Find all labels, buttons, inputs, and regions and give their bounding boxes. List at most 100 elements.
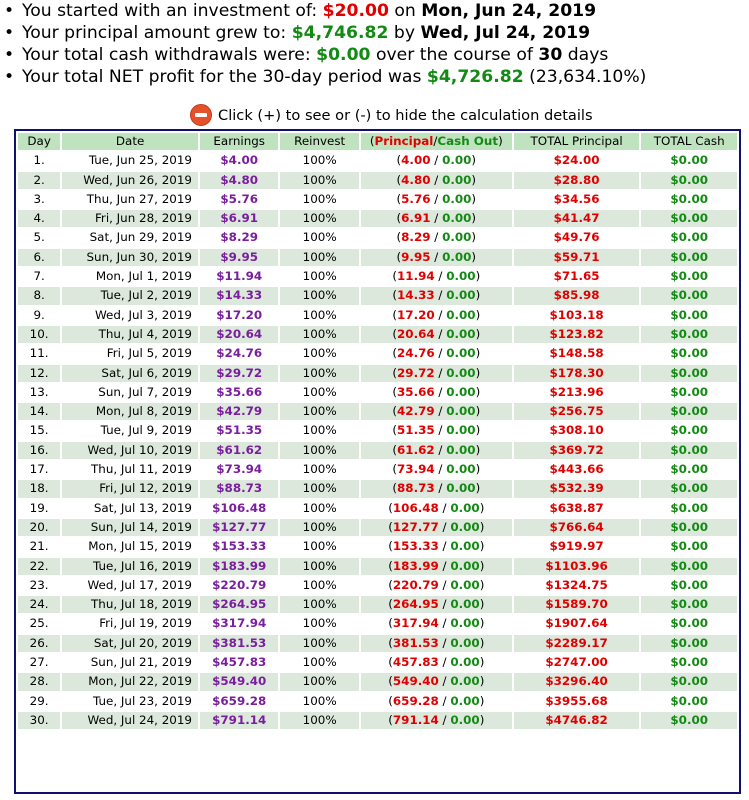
table-row: 5. Sat, Jun 29, 2019 $8.29 100% (8.29 / 0.00… <box>18 229 737 247</box>
cell-principal: 4.80 <box>401 172 431 187</box>
cell-principal: 51.35 <box>397 423 435 438</box>
cell-total-cash: $0.00 <box>641 538 737 556</box>
cell-cashout: 0.00 <box>442 191 472 206</box>
slash-separator: / <box>438 597 451 612</box>
cell-principal: 549.40 <box>392 674 439 689</box>
cell-principal-cashout: (14.33 / 0.00) <box>360 287 512 305</box>
bullet: • <box>4 1 15 21</box>
cell-day: 24. <box>18 596 61 614</box>
cell-earnings: $659.28 <box>200 692 279 710</box>
net-profit-percent: (23,634.10%) <box>523 67 647 87</box>
cell-total-principal: $1103.96 <box>513 557 640 575</box>
slash-separator: / <box>434 307 447 322</box>
cell-principal: 4.00 <box>401 153 431 168</box>
slash-separator: / <box>438 519 451 534</box>
cell-reinvest: 100% <box>280 345 359 363</box>
cell-cashout: 0.00 <box>446 346 476 361</box>
cell-principal-cashout: (659.28 / 0.00) <box>360 692 512 710</box>
cell-total-principal: $85.98 <box>513 287 640 305</box>
cell-principal-cashout: (183.99 / 0.00) <box>360 557 512 575</box>
cell-total-cash: $0.00 <box>641 596 737 614</box>
paren-close: ) <box>479 616 485 631</box>
cell-cashout: 0.00 <box>450 655 480 670</box>
cell-total-cash: $0.00 <box>641 268 737 286</box>
slash-separator: / <box>430 153 443 168</box>
cell-total-principal: $919.97 <box>513 538 640 556</box>
cell-total-cash: $0.00 <box>641 711 737 730</box>
slash-separator: / <box>430 249 443 264</box>
cell-reinvest: 100% <box>280 229 359 247</box>
cell-earnings: $5.76 <box>200 190 279 209</box>
cell-total-principal: $24.00 <box>513 152 640 170</box>
cell-reinvest: 100% <box>280 654 359 672</box>
cell-reinvest: 100% <box>280 480 359 498</box>
cell-date: Fri, Jul 12, 2019 <box>62 480 198 498</box>
cell-date: Fri, Jul 19, 2019 <box>62 615 198 633</box>
paren-close: ) <box>471 230 477 245</box>
cell-total-principal: $2747.00 <box>513 654 640 672</box>
table-row: 9. Wed, Jul 3, 2019 $17.20 100% (17.20 / 0.0… <box>18 306 737 324</box>
cell-date: Thu, Jul 11, 2019 <box>62 461 198 479</box>
paren-close: ) <box>479 712 485 727</box>
cell-principal: 264.95 <box>392 597 439 612</box>
cell-total-cash: $0.00 <box>641 325 737 344</box>
table-row: 12. Sat, Jul 6, 2019 $29.72 100% (29.72 / 0.… <box>18 364 737 382</box>
cell-reinvest: 100% <box>280 615 359 633</box>
cell-total-cash: $0.00 <box>641 403 737 421</box>
paren-close: ) <box>479 635 485 650</box>
cell-cashout: 0.00 <box>442 153 472 168</box>
cell-date: Fri, Jun 28, 2019 <box>62 210 198 228</box>
table-header-row: Day Date Earnings Reinvest (Principal/Ca… <box>18 133 737 151</box>
table-row: 18. Fri, Jul 12, 2019 $88.73 100% (88.73 / 0… <box>18 480 737 498</box>
collapse-minus-icon[interactable] <box>190 104 212 126</box>
paren-close: ) <box>498 134 503 148</box>
cell-total-principal: $59.71 <box>513 248 640 267</box>
cell-principal-cashout: (29.72 / 0.00) <box>360 364 512 382</box>
table-row: 26. Sat, Jul 20, 2019 $381.53 100% (381.53 /… <box>18 634 737 653</box>
summary-line-principal: • Your principal amount grew to: $4,746.8… <box>3 22 646 44</box>
cell-day: 23. <box>18 576 61 595</box>
cell-date: Mon, Jul 1, 2019 <box>62 268 198 286</box>
cell-total-principal: $41.47 <box>513 210 640 228</box>
table-row: 1. Tue, Jun 25, 2019 $4.00 100% (4.00 / 0.00… <box>18 152 737 170</box>
cell-earnings: $14.33 <box>200 287 279 305</box>
cell-principal: 14.33 <box>397 288 435 303</box>
paren-close: ) <box>479 597 485 612</box>
cell-principal-cashout: (791.14 / 0.00) <box>360 711 512 730</box>
slash-separator: / <box>434 346 447 361</box>
cell-principal-cashout: (5.76 / 0.00) <box>360 190 512 209</box>
cell-total-principal: $28.80 <box>513 171 640 189</box>
cell-day: 29. <box>18 692 61 710</box>
start-date: Mon, Jun 24, 2019 <box>421 1 597 21</box>
summary-text: Your total NET profit for the 30-day per… <box>22 67 427 87</box>
summary-text: over the course of <box>370 45 539 65</box>
cell-date: Sun, Jun 30, 2019 <box>62 248 198 267</box>
cell-principal: 183.99 <box>392 558 439 573</box>
cell-date: Mon, Jul 22, 2019 <box>62 673 198 691</box>
cell-total-principal: $148.58 <box>513 345 640 363</box>
slash-separator: / <box>438 539 451 554</box>
cell-cashout: 0.00 <box>446 326 476 341</box>
cell-total-cash: $0.00 <box>641 654 737 672</box>
cell-total-cash: $0.00 <box>641 499 737 517</box>
cell-cashout: 0.00 <box>442 211 472 226</box>
cell-principal: 20.64 <box>397 326 435 341</box>
cell-date: Fri, Jul 5, 2019 <box>62 345 198 363</box>
cell-total-cash: $0.00 <box>641 441 737 460</box>
cell-cashout: 0.00 <box>450 597 480 612</box>
cell-date: Tue, Jun 25, 2019 <box>62 152 198 170</box>
cell-day: 4. <box>18 210 61 228</box>
paren-close: ) <box>475 288 481 303</box>
minus-glyph <box>195 113 207 117</box>
cell-day: 10. <box>18 325 61 344</box>
cell-principal: 61.62 <box>397 442 435 457</box>
cell-earnings: $88.73 <box>200 480 279 498</box>
cell-total-principal: $638.87 <box>513 499 640 517</box>
cell-earnings: $106.48 <box>200 499 279 517</box>
cell-cashout: 0.00 <box>450 616 480 631</box>
details-toggle: Click (+) to see or (-) to hide the calc… <box>190 103 593 127</box>
cell-principal-cashout: (51.35 / 0.00) <box>360 422 512 440</box>
cell-principal: 317.94 <box>392 616 439 631</box>
cell-total-principal: $71.65 <box>513 268 640 286</box>
cell-reinvest: 100% <box>280 383 359 402</box>
